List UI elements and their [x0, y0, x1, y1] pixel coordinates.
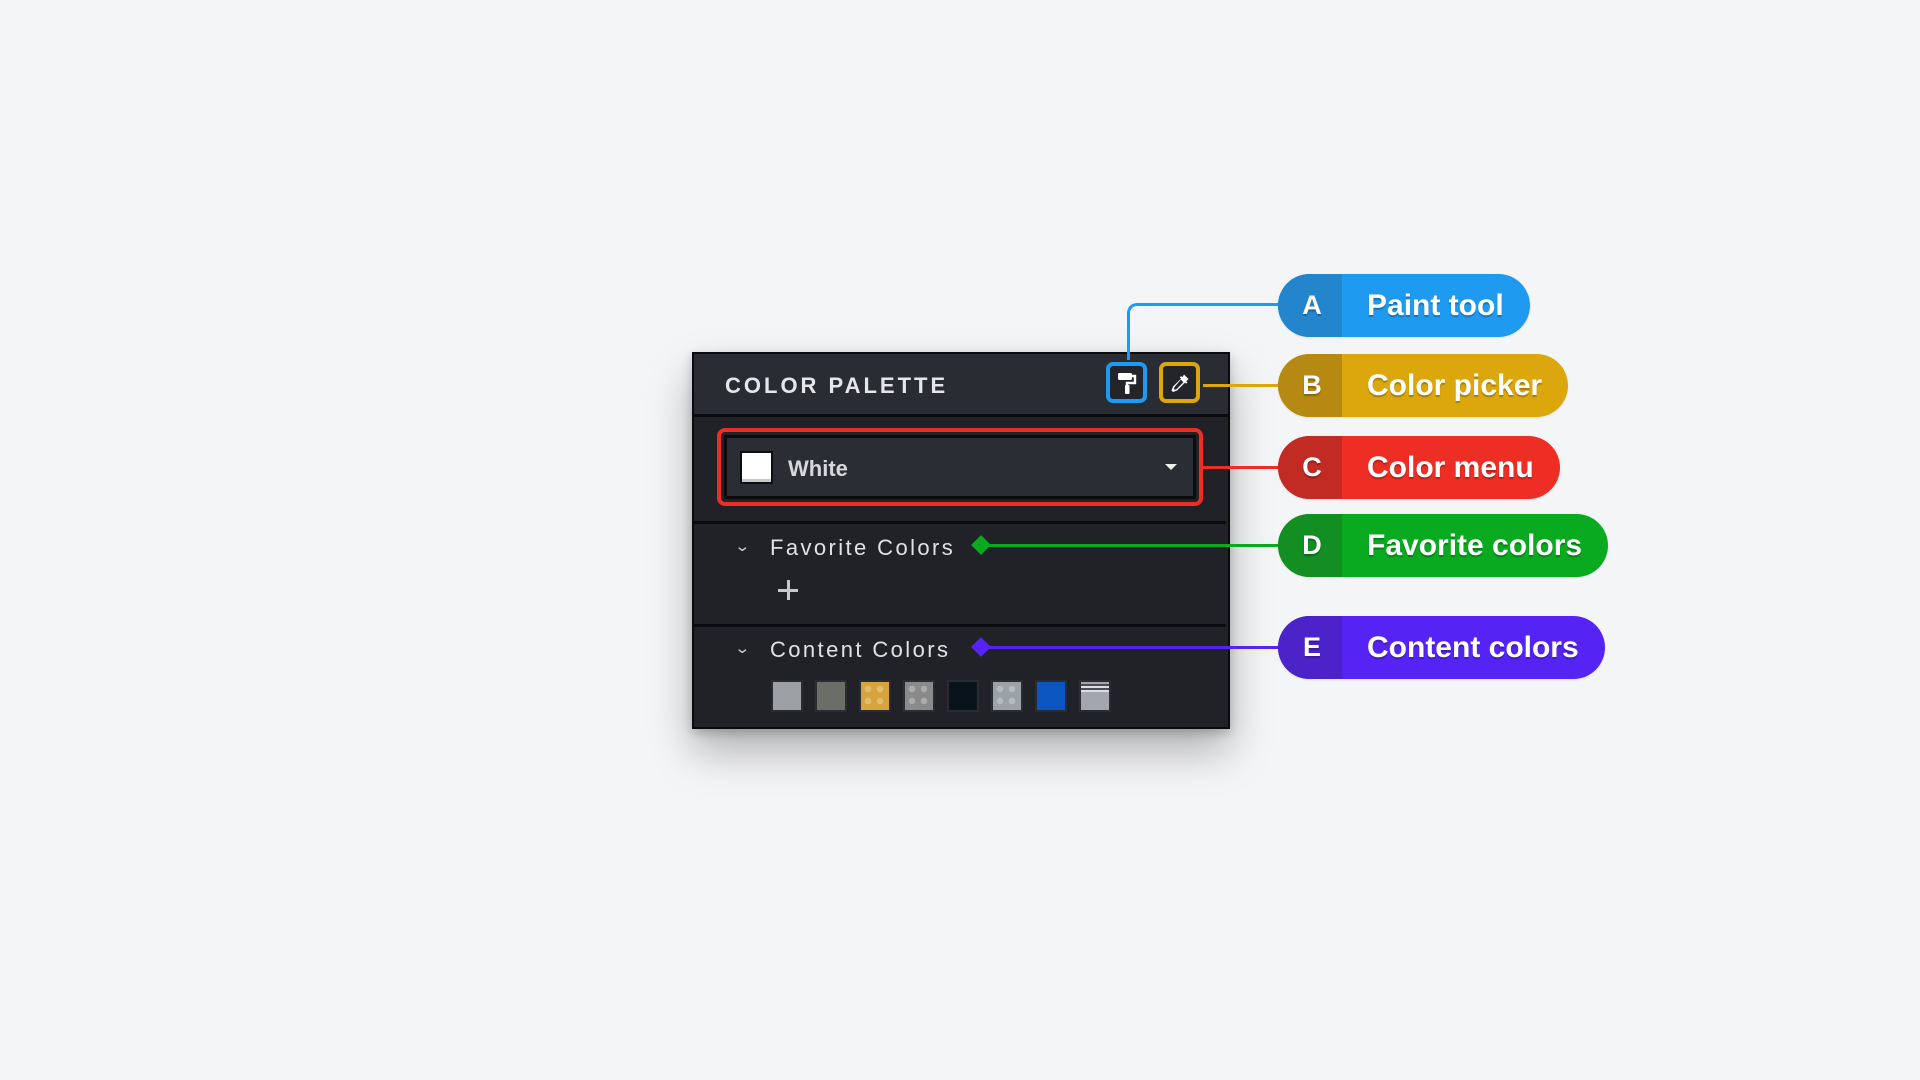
callout-label: Paint tool: [1367, 288, 1504, 322]
callout-letter: C: [1278, 436, 1342, 499]
connector-line-e: [981, 646, 1278, 649]
panel-header: COLOR PALETTE: [694, 354, 1228, 417]
selected-color-name: White: [788, 456, 848, 481]
content-color-swatch[interactable]: [903, 680, 935, 712]
content-color-swatch[interactable]: [771, 680, 803, 712]
dropdown-caret-icon: [1165, 464, 1177, 470]
content-color-swatch[interactable]: [991, 680, 1023, 712]
callout-a: A Paint tool: [1278, 274, 1530, 337]
connector-line-b: [1203, 384, 1278, 387]
eyedropper-icon: [1171, 374, 1188, 392]
callout-d: D Favorite colors: [1278, 514, 1609, 577]
content-color-swatches: [771, 680, 1111, 712]
color-palette-panel: COLOR PALETTE White ⌄ Favorite Colors ⌄ …: [692, 352, 1230, 729]
divider: [694, 521, 1226, 524]
paint-tool-button[interactable]: [1106, 362, 1147, 403]
callout-b: B Color picker: [1278, 354, 1569, 417]
connector-line-d: [981, 544, 1278, 547]
favorite-colors-header[interactable]: ⌄ Favorite Colors: [694, 528, 1228, 568]
content-color-swatch[interactable]: [947, 680, 979, 712]
callout-c: C Color menu: [1278, 436, 1560, 499]
callout-label: Color menu: [1367, 450, 1534, 484]
color-picker-button[interactable]: [1159, 362, 1200, 403]
content-color-swatch[interactable]: [1079, 680, 1111, 712]
paint-roller-icon: [1117, 372, 1136, 394]
callout-letter: E: [1278, 616, 1342, 679]
favorite-colors-title: Favorite Colors: [770, 535, 956, 560]
callout-label: Content colors: [1367, 630, 1579, 664]
content-colors-title: Content Colors: [770, 637, 951, 662]
content-colors-header[interactable]: ⌄ Content Colors: [694, 630, 1228, 670]
add-favorite-color-button[interactable]: [776, 578, 800, 602]
connector-line-c: [1203, 466, 1278, 469]
callout-label: Favorite colors: [1367, 528, 1583, 562]
content-color-swatch[interactable]: [815, 680, 847, 712]
callout-letter: B: [1278, 354, 1342, 417]
color-menu-dropdown[interactable]: White: [724, 435, 1196, 499]
content-color-swatch[interactable]: [859, 680, 891, 712]
chevron-down-icon: ⌄: [734, 640, 751, 657]
current-color-swatch: [740, 451, 773, 484]
divider: [694, 624, 1226, 627]
panel-title: COLOR PALETTE: [725, 373, 949, 398]
callout-letter: A: [1278, 274, 1342, 337]
connector-line-a: [1127, 303, 1278, 360]
callout-label: Color picker: [1367, 368, 1543, 402]
chevron-down-icon: ⌄: [734, 538, 751, 555]
content-color-swatch[interactable]: [1035, 680, 1067, 712]
callout-letter: D: [1278, 514, 1342, 577]
callout-e: E Content colors: [1278, 616, 1605, 679]
